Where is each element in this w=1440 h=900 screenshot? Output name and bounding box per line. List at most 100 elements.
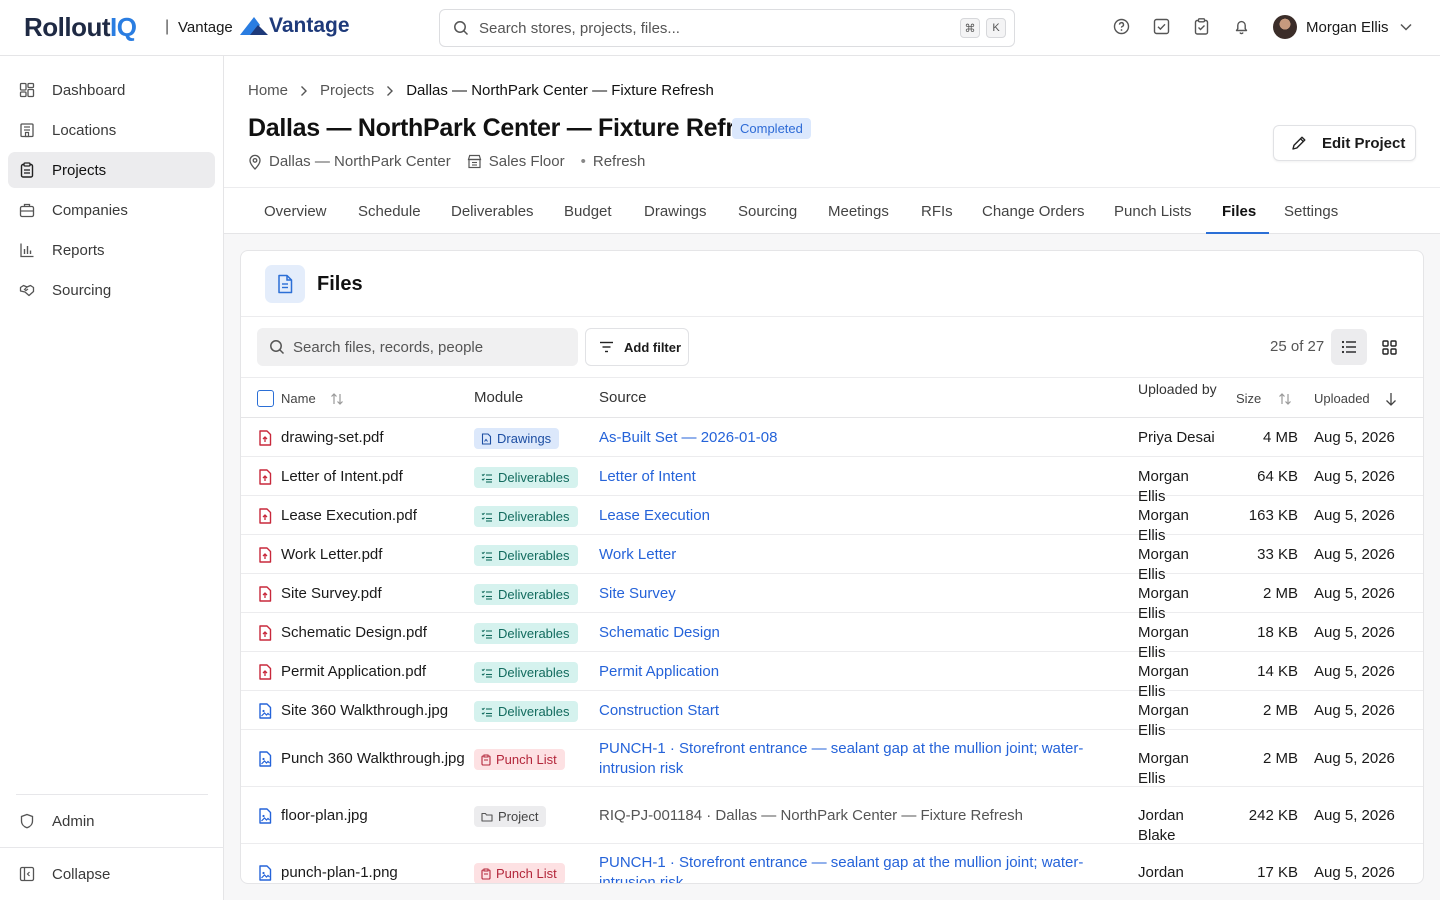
- module-badge: Deliverables: [474, 701, 578, 722]
- file-size: 14 KB: [1257, 663, 1298, 680]
- file-name[interactable]: punch-plan-1.png: [281, 863, 398, 883]
- source-link[interactable]: Permit Application: [599, 662, 1129, 682]
- sidebar-item-label: Projects: [52, 161, 107, 179]
- column-module: Module: [474, 389, 524, 406]
- file-name[interactable]: Work Letter.pdf: [281, 545, 382, 565]
- table-row[interactable]: Site 360 Walkthrough.jpg Deliverables Cons…: [241, 691, 1423, 739]
- tab-overview[interactable]: Overview: [264, 203, 327, 220]
- breadcrumb: Home Projects Dallas — NorthPark Center …: [248, 82, 714, 99]
- file-name[interactable]: Permit Application.pdf: [281, 662, 426, 682]
- sidebar-item-dashboard[interactable]: Dashboard: [8, 72, 215, 108]
- file-name[interactable]: Letter of Intent.pdf: [281, 467, 403, 487]
- drawing-icon: [481, 432, 497, 445]
- add-filter-button[interactable]: Add filter: [585, 328, 689, 366]
- table-row[interactable]: Lease Execution.pdf Deliverables Lease Exe…: [241, 496, 1423, 544]
- sidebar-item-projects[interactable]: Projects: [8, 152, 215, 188]
- sidebar-item-admin[interactable]: Admin: [8, 803, 215, 839]
- bell-icon[interactable]: [1233, 18, 1250, 35]
- files-search-input[interactable]: Search files, records, people: [257, 328, 578, 366]
- sidebar-item-label: Dashboard: [52, 81, 126, 99]
- project-area: Sales Floor: [467, 153, 565, 170]
- tab-drawings[interactable]: Drawings: [644, 203, 707, 220]
- files-search-placeholder: Search files, records, people: [293, 338, 484, 356]
- project-type: • Refresh: [580, 153, 646, 170]
- tab-files[interactable]: Files: [1222, 203, 1256, 220]
- sidebar-divider: [0, 847, 224, 848]
- table-row[interactable]: drawing-set.pdf Drawings As-Built Set — 20…: [241, 418, 1423, 457]
- dashboard-icon: [19, 82, 35, 98]
- sort-icon: [1279, 392, 1292, 405]
- list-view-button[interactable]: [1331, 329, 1367, 365]
- source-link[interactable]: PUNCH-1 · Storefront entrance — sealant …: [599, 739, 1129, 779]
- source-link[interactable]: Site Survey: [599, 584, 1129, 604]
- tab-sourcing[interactable]: Sourcing: [738, 203, 797, 220]
- file-name[interactable]: Site Survey.pdf: [281, 584, 382, 604]
- grid-view-button[interactable]: [1371, 329, 1407, 365]
- breadcrumb-projects[interactable]: Projects: [320, 82, 374, 99]
- file-name[interactable]: Schematic Design.pdf: [281, 623, 427, 643]
- select-all-checkbox[interactable]: [257, 390, 274, 407]
- tab-rfis[interactable]: RFIs: [921, 203, 953, 220]
- global-search[interactable]: Search stores, projects, files... ⌘ K: [439, 9, 1015, 47]
- app-logo[interactable]: RolloutIQ: [24, 12, 137, 43]
- table-row[interactable]: Permit Application.pdf Deliverables Permit…: [241, 652, 1423, 700]
- upload-date: Aug 5, 2026: [1314, 546, 1395, 563]
- table-row[interactable]: Site Survey.pdf Deliverables Site Survey Mo…: [241, 574, 1423, 622]
- table-row[interactable]: Work Letter.pdf Deliverables Work Letter Mo…: [241, 535, 1423, 583]
- table-row[interactable]: punch-plan-1.png Punch List PUNCH-1 · Stor…: [241, 844, 1423, 883]
- tab-change-orders[interactable]: Change Orders: [982, 203, 1085, 220]
- filter-icon: [600, 341, 613, 353]
- sidebar-item-reports[interactable]: Reports: [8, 232, 215, 268]
- table-header: Name Module Source Uploaded by Size Uplo…: [241, 378, 1423, 418]
- sidebar-item-companies[interactable]: Companies: [8, 192, 215, 228]
- files-title: Files: [317, 273, 363, 295]
- tasks-icon[interactable]: [1153, 18, 1170, 35]
- source-link[interactable]: Schematic Design: [599, 623, 1129, 643]
- sidebar-collapse-button[interactable]: Collapse: [8, 856, 215, 892]
- table-row[interactable]: Punch 360 Walkthrough.jpg Punch List PUNCH…: [241, 730, 1423, 787]
- source-link[interactable]: As-Built Set — 2026-01-08: [599, 428, 1129, 448]
- pdf-file-icon: [258, 625, 272, 641]
- column-size[interactable]: Size: [1236, 391, 1292, 406]
- upload-date: Aug 5, 2026: [1314, 429, 1395, 446]
- file-name[interactable]: Site 360 Walkthrough.jpg: [281, 701, 448, 721]
- column-name[interactable]: Name: [281, 391, 344, 406]
- table-row[interactable]: Schematic Design.pdf Deliverables Schemati…: [241, 613, 1423, 661]
- tab-punch-lists[interactable]: Punch Lists: [1114, 203, 1192, 220]
- source-link[interactable]: Construction Start: [599, 701, 1129, 721]
- source-link[interactable]: Work Letter: [599, 545, 1129, 565]
- table-row[interactable]: Letter of Intent.pdf Deliverables Letter o…: [241, 457, 1423, 505]
- tab-meetings[interactable]: Meetings: [828, 203, 889, 220]
- sidebar-item-label: Reports: [52, 241, 105, 259]
- tab-settings[interactable]: Settings: [1284, 203, 1338, 220]
- file-name[interactable]: Lease Execution.pdf: [281, 506, 417, 526]
- column-uploaded[interactable]: Uploaded: [1314, 391, 1397, 406]
- table-row[interactable]: floor-plan.jpg Project RIQ-PJ-001184 · Dal…: [241, 787, 1423, 844]
- source-link[interactable]: Letter of Intent: [599, 467, 1129, 487]
- upload-date: Aug 5, 2026: [1314, 864, 1395, 881]
- file-name[interactable]: floor-plan.jpg: [281, 806, 368, 826]
- pdf-file-icon: [258, 664, 272, 680]
- breadcrumb-home[interactable]: Home: [248, 82, 288, 99]
- source-link[interactable]: PUNCH-1 · Storefront entrance — sealant …: [599, 853, 1129, 883]
- vantage-mark-icon: [240, 17, 268, 35]
- clipboard-check-icon[interactable]: [1193, 18, 1210, 35]
- source-link[interactable]: Lease Execution: [599, 506, 1129, 526]
- file-size: 33 KB: [1257, 546, 1298, 563]
- upload-date: Aug 5, 2026: [1314, 702, 1395, 719]
- checklist-icon: [481, 512, 498, 522]
- help-icon[interactable]: [1113, 18, 1130, 35]
- project-meta: Dallas — NorthPark Center Sales Floor • …: [248, 153, 661, 170]
- tab-deliverables[interactable]: Deliverables: [451, 203, 534, 220]
- user-menu[interactable]: Morgan Ellis: [1273, 15, 1412, 39]
- tab-schedule[interactable]: Schedule: [358, 203, 421, 220]
- edit-project-button[interactable]: Edit Project: [1273, 125, 1416, 161]
- file-name[interactable]: drawing-set.pdf: [281, 428, 384, 448]
- sidebar-item-locations[interactable]: Locations: [8, 112, 215, 148]
- checklist-icon: [481, 668, 498, 678]
- sidebar-divider: [16, 794, 208, 795]
- tab-budget[interactable]: Budget: [564, 203, 612, 220]
- sidebar-item-sourcing[interactable]: Sourcing: [8, 272, 215, 308]
- file-name[interactable]: Punch 360 Walkthrough.jpg: [281, 749, 465, 769]
- main-content: Home Projects Dallas — NorthPark Center …: [224, 56, 1440, 900]
